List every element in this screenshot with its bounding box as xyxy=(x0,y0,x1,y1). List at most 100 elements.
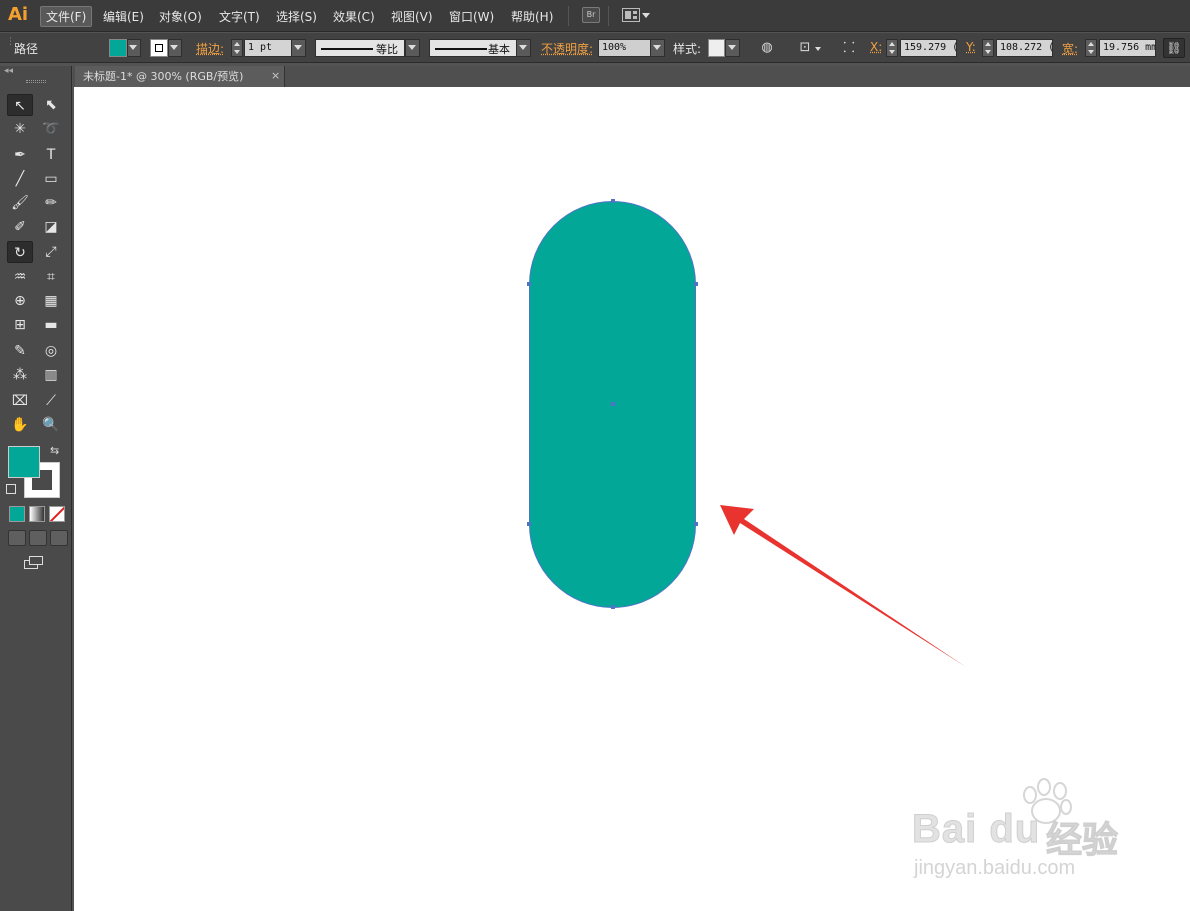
draw-inside-icon[interactable] xyxy=(50,530,68,546)
panel-grip[interactable] xyxy=(26,80,46,83)
chevron-down-icon[interactable] xyxy=(815,47,821,51)
width-label[interactable]: 宽: xyxy=(1062,40,1078,57)
bridge-button[interactable]: Br xyxy=(582,7,600,23)
stroke-weight-spinner[interactable] xyxy=(231,39,243,57)
pen-tool-icon[interactable]: ✒ xyxy=(7,144,33,166)
draw-behind-icon[interactable] xyxy=(29,530,47,546)
blob-brush-tool-icon[interactable]: ✐ xyxy=(7,216,33,238)
line-tool-icon[interactable]: ╱ xyxy=(7,168,33,190)
center-point[interactable] xyxy=(611,402,615,406)
workspace-switcher-icon[interactable] xyxy=(622,8,640,22)
document-tab-bar: 未标题-1* @ 300% (RGB/预览) × xyxy=(73,66,1190,87)
chevron-down-icon[interactable] xyxy=(642,13,650,18)
magic-wand-tool-icon[interactable]: ✳ xyxy=(7,118,33,140)
watermark-brand-cn: 经验 xyxy=(1045,820,1119,862)
stroke-weight-field[interactable]: 1 pt xyxy=(244,39,292,57)
y-label[interactable]: Y: xyxy=(966,40,976,54)
app-logo: Ai xyxy=(8,4,29,25)
eraser-tool-icon[interactable]: ◪ xyxy=(38,216,64,238)
symbol-sprayer-tool-icon[interactable]: ⁂ xyxy=(7,364,33,386)
stroke-swatch[interactable] xyxy=(150,39,168,57)
column-graph-tool-icon[interactable]: ▥ xyxy=(38,364,64,386)
gradient-tool-icon[interactable]: ▬ xyxy=(38,314,64,336)
opacity-field[interactable]: 100% xyxy=(598,39,651,57)
profile-dropdown[interactable] xyxy=(405,39,420,57)
anchor-point[interactable] xyxy=(694,522,698,526)
paintbrush-tool-icon[interactable]: 🖌 xyxy=(7,192,33,214)
menu-object[interactable]: 对象(O) xyxy=(159,8,202,25)
blend-tool-icon[interactable]: ◎ xyxy=(38,340,64,362)
artboard-canvas[interactable]: Bai du 经验 jingyan.baidu.com xyxy=(74,87,1190,911)
scale-tool-icon[interactable]: ⤢ xyxy=(38,241,64,263)
variable-width-profile[interactable]: 等比 xyxy=(315,39,405,57)
direct-selection-tool-icon[interactable]: ⬉ xyxy=(38,94,64,116)
pencil-tool-icon[interactable]: ✏ xyxy=(38,192,64,214)
eyedropper-tool-icon[interactable]: ✎ xyxy=(7,340,33,362)
link-proportions-icon[interactable]: ⛓ xyxy=(1163,38,1185,58)
menu-select[interactable]: 选择(S) xyxy=(276,8,317,25)
menu-help[interactable]: 帮助(H) xyxy=(511,8,553,25)
stroke-weight-dropdown[interactable] xyxy=(291,39,306,57)
selection-tool-icon[interactable]: ↖ xyxy=(7,94,33,116)
width-field[interactable]: 19.756 mm xyxy=(1099,39,1156,57)
slice-tool-icon[interactable]: ⟋ xyxy=(38,390,64,412)
free-transform-tool-icon[interactable]: ⌗ xyxy=(38,266,64,288)
opacity-dropdown[interactable] xyxy=(650,39,665,57)
menu-window[interactable]: 窗口(W) xyxy=(449,8,494,25)
artboard-tool-icon[interactable]: ⌧ xyxy=(7,390,33,412)
shape-builder-tool-icon[interactable]: ⊕ xyxy=(7,290,33,312)
fill-dropdown[interactable] xyxy=(127,39,141,57)
watermark-brand: Bai du xyxy=(911,807,1041,852)
x-field[interactable]: 159.279 ( xyxy=(900,39,957,57)
opacity-label[interactable]: 不透明度: xyxy=(541,40,593,57)
perspective-grid-tool-icon[interactable]: ▦ xyxy=(38,290,64,312)
draw-normal-icon[interactable] xyxy=(8,530,26,546)
y-spinner[interactable] xyxy=(982,39,994,57)
mesh-tool-icon[interactable]: ⊞ xyxy=(7,314,33,336)
color-mode-button[interactable] xyxy=(9,506,25,522)
menu-view[interactable]: 视图(V) xyxy=(391,8,433,25)
anchor-point[interactable] xyxy=(611,605,615,609)
align-to-icon[interactable]: ⊡ xyxy=(797,41,813,57)
warp-tool-icon[interactable]: ♒ xyxy=(7,266,33,288)
anchor-point[interactable] xyxy=(611,199,615,203)
fill-color-swatch[interactable] xyxy=(8,446,40,478)
anchor-point[interactable] xyxy=(527,522,531,526)
brush-dropdown[interactable] xyxy=(516,39,531,57)
none-mode-button[interactable] xyxy=(49,506,65,522)
y-field[interactable]: 108.272 ( xyxy=(996,39,1053,57)
close-icon[interactable]: × xyxy=(271,69,280,82)
screen-mode-icon[interactable] xyxy=(24,556,44,570)
width-spinner[interactable] xyxy=(1085,39,1097,57)
anchor-point[interactable] xyxy=(527,282,531,286)
brush-definition[interactable]: 基本 xyxy=(429,39,517,57)
graphic-style-swatch[interactable] xyxy=(708,39,725,57)
menu-effect[interactable]: 效果(C) xyxy=(333,8,375,25)
fill-swatch[interactable] xyxy=(109,39,127,57)
reference-point-icon[interactable]: ⸬ xyxy=(841,41,857,57)
menu-type[interactable]: 文字(T) xyxy=(219,8,260,25)
tools-panel: ◂◂ ↖ ⬉ ✳ ➰ ✒ T ╱ ▭ 🖌 ✏ ✐ ◪ ↻ ⤢ ♒ ⌗ ⊕ ▦ ⊞ ▬ ✎ ◎ ⁂ ▥ ⌧ ⟋ ✋ 🔍 ⇆ xyxy=(0,66,72,911)
document-tab[interactable]: 未标题-1* @ 300% (RGB/预览) xyxy=(75,66,285,87)
menu-file[interactable]: 文件(F) xyxy=(40,6,93,27)
rectangle-tool-icon[interactable]: ▭ xyxy=(38,168,64,190)
swap-colors-icon[interactable]: ⇆ xyxy=(50,444,59,457)
menu-separator xyxy=(608,6,609,26)
recolor-artwork-icon[interactable]: ◍ xyxy=(759,41,775,57)
gradient-mode-button[interactable] xyxy=(29,506,45,522)
object-type-label: 路径 xyxy=(14,42,39,56)
menu-edit[interactable]: 编辑(E) xyxy=(103,8,144,25)
x-spinner[interactable] xyxy=(886,39,898,57)
default-colors-icon[interactable] xyxy=(6,484,16,494)
lasso-tool-icon[interactable]: ➰ xyxy=(38,118,64,140)
zoom-tool-icon[interactable]: 🔍 xyxy=(38,414,64,436)
type-tool-icon[interactable]: T xyxy=(38,144,64,166)
stroke-label[interactable]: 描边: xyxy=(196,40,224,57)
graphic-style-dropdown[interactable] xyxy=(725,39,740,57)
anchor-point[interactable] xyxy=(694,282,698,286)
collapse-panel-icon[interactable]: ◂◂ xyxy=(4,66,13,76)
hand-tool-icon[interactable]: ✋ xyxy=(7,414,33,436)
stroke-dropdown[interactable] xyxy=(168,39,182,57)
rotate-tool-icon[interactable]: ↻ xyxy=(7,241,33,263)
x-label[interactable]: X: xyxy=(870,40,882,54)
